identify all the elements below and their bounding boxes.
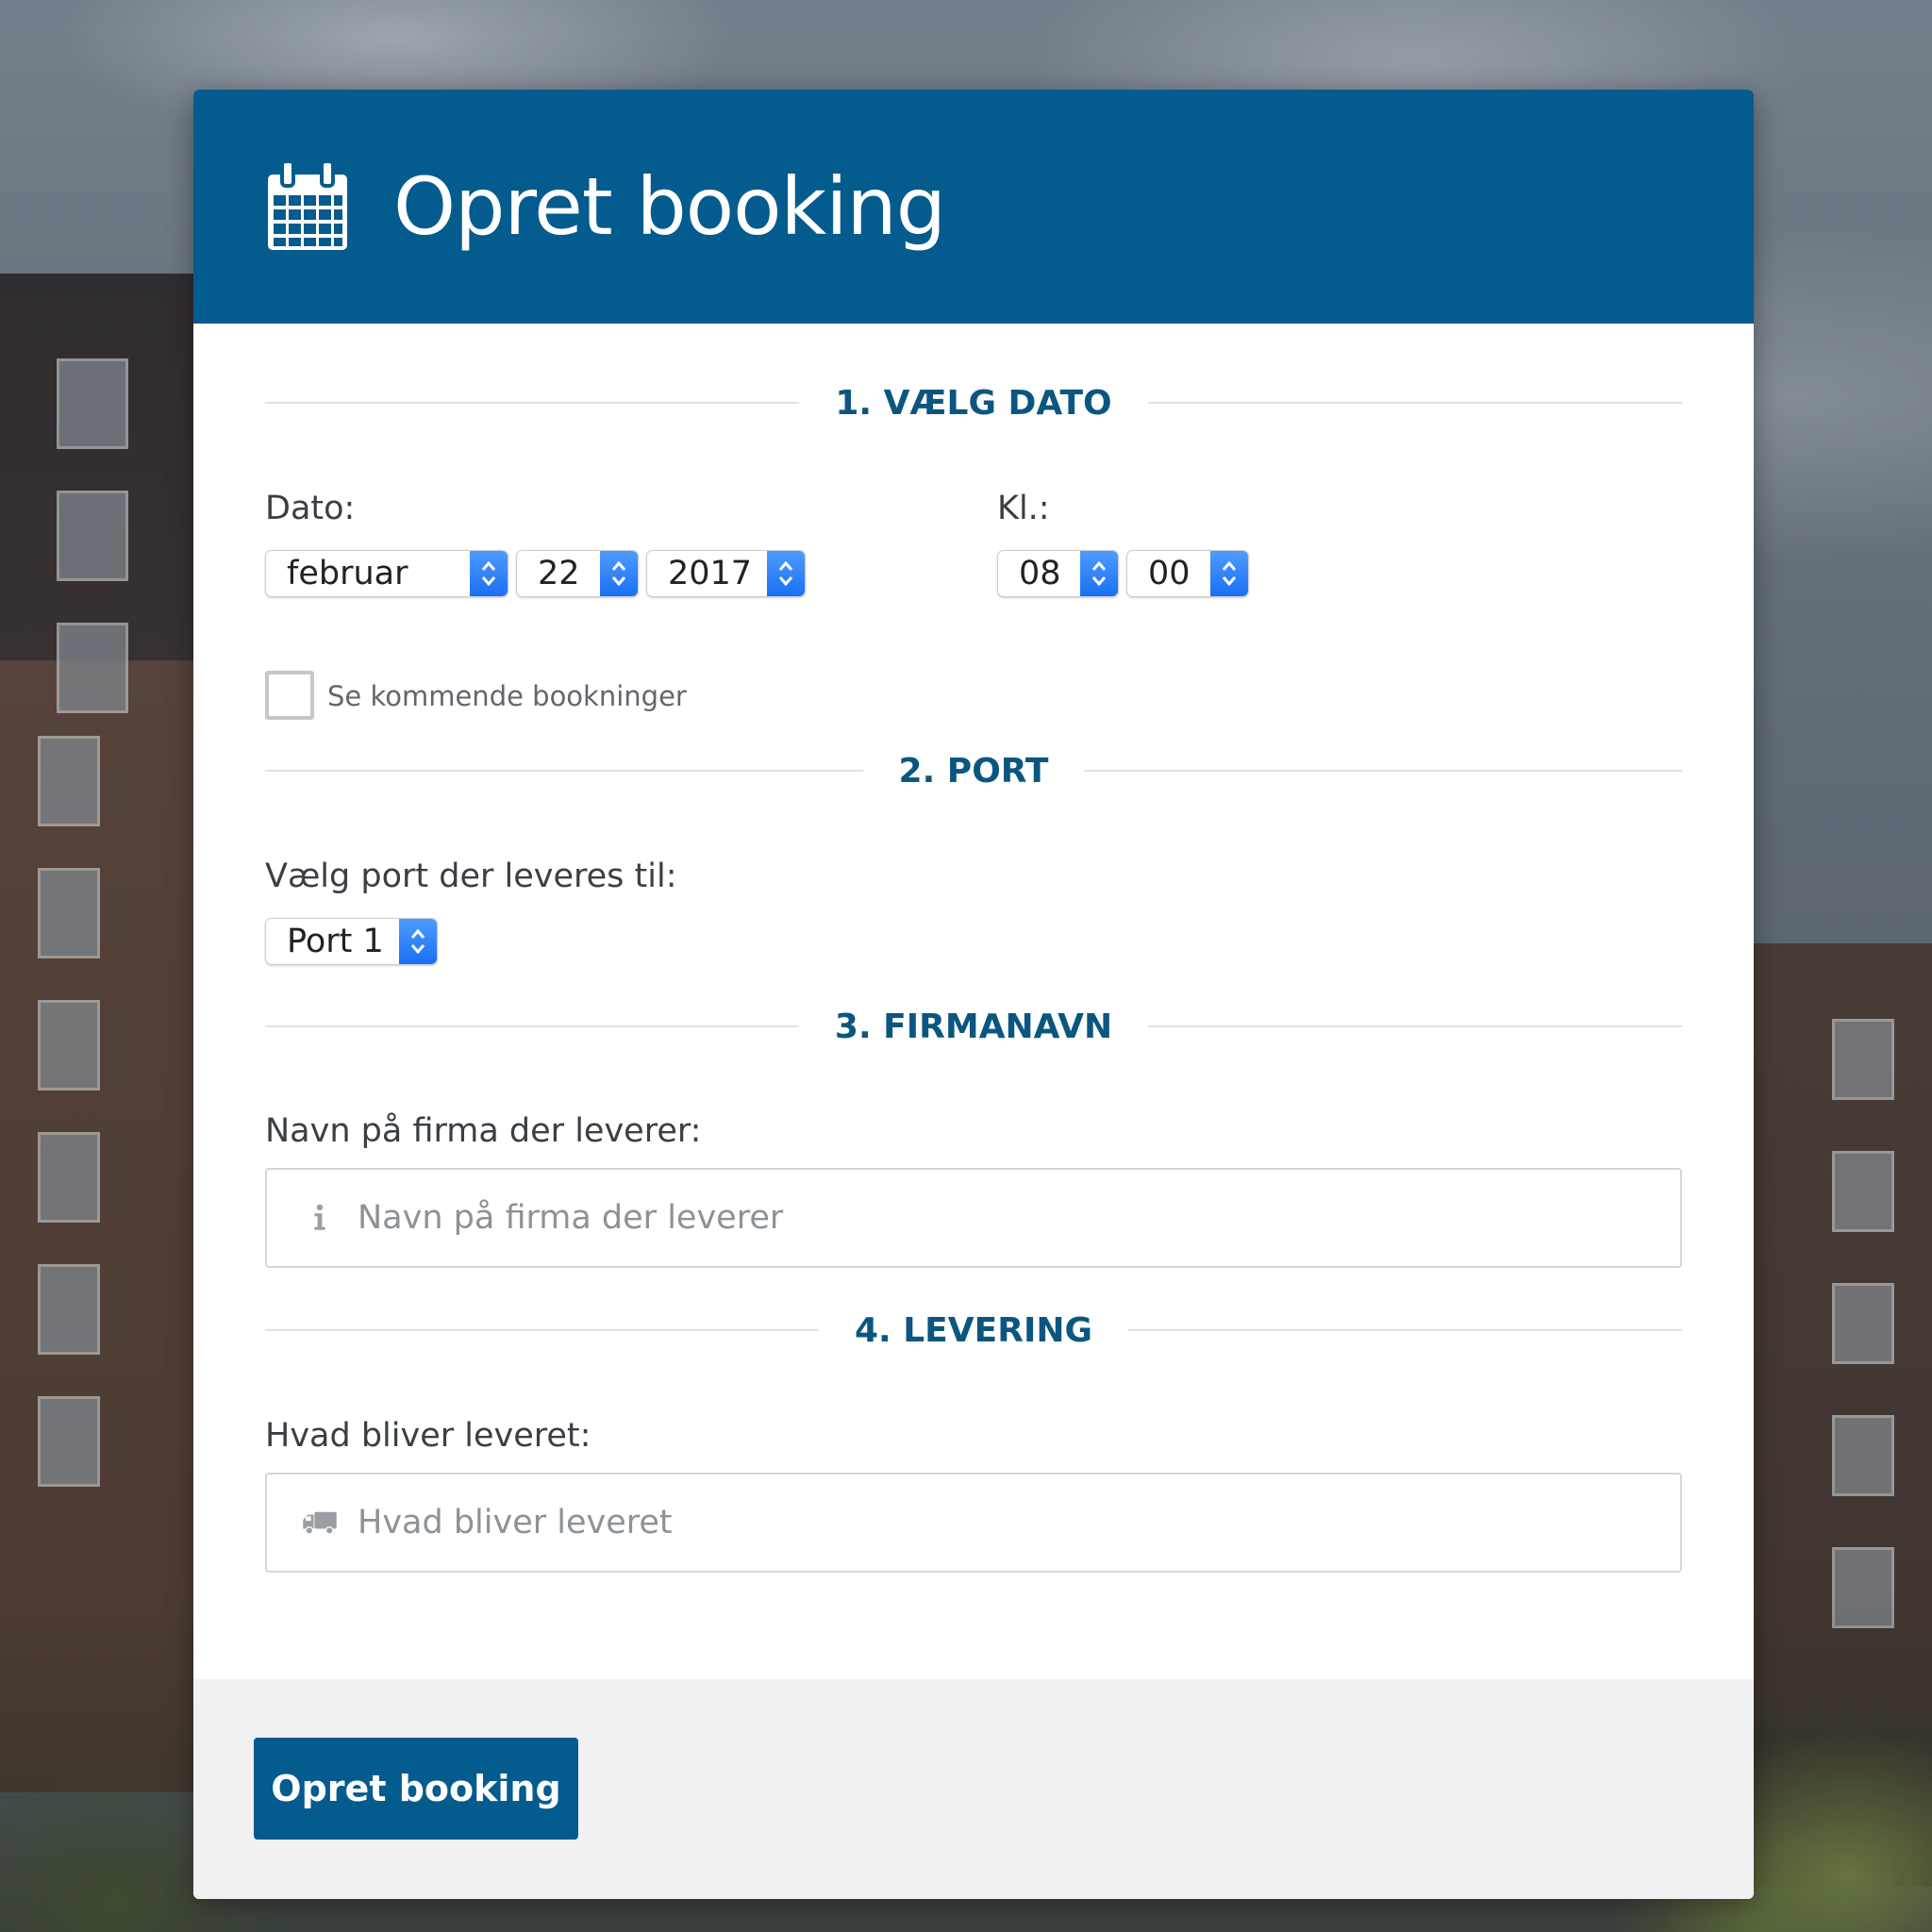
month-select[interactable]: februar [265, 550, 508, 597]
divider [265, 1329, 819, 1331]
section-heading-company: 3. FIRMANAVN [265, 1007, 1682, 1046]
hour-select[interactable]: 08 [997, 550, 1119, 597]
year-value: 2017 [668, 555, 753, 592]
divider [1084, 770, 1682, 772]
divider [265, 402, 800, 404]
divider [1128, 1329, 1683, 1331]
booking-card: Opret booking 1. VÆLG DATO Dato: Kl.: fe… [193, 90, 1754, 1899]
form-body: 1. VÆLG DATO Dato: Kl.: februar 22 2017 … [193, 324, 1754, 1767]
delivery-label: Hvad bliver leveret: [265, 1417, 591, 1455]
day-select[interactable]: 22 [516, 550, 639, 597]
delivery-field[interactable] [265, 1473, 1682, 1573]
divider [265, 770, 863, 772]
select-arrows-icon [767, 551, 805, 596]
year-select[interactable]: 2017 [646, 550, 806, 597]
section-label: 1. VÆLG DATO [835, 383, 1112, 423]
select-arrows-icon [399, 919, 437, 964]
month-value: februar [287, 555, 408, 592]
section-label: 3. FIRMANAVN [834, 1007, 1113, 1046]
divider [265, 1025, 799, 1027]
company-input[interactable] [356, 1198, 1680, 1238]
company-label: Navn på firma der leverer: [265, 1112, 702, 1150]
page-title: Opret booking [393, 160, 946, 253]
section-heading-date: 1. VÆLG DATO [265, 383, 1682, 423]
select-arrows-icon [600, 551, 638, 596]
section-label: 4. LEVERING [854, 1310, 1093, 1350]
divider [1147, 402, 1682, 404]
truck-icon [301, 1504, 339, 1541]
select-arrows-icon [1210, 551, 1248, 596]
card-footer: Opret booking [193, 1679, 1754, 1899]
hour-value: 08 [1019, 555, 1061, 592]
minute-select[interactable]: 00 [1126, 550, 1249, 597]
section-heading-delivery: 4. LEVERING [265, 1310, 1683, 1350]
upcoming-bookings-checkbox[interactable] [265, 671, 314, 720]
calendar-icon [268, 161, 347, 250]
upcoming-bookings-label[interactable]: Se kommende bookninger [327, 680, 687, 712]
select-arrows-icon [1080, 551, 1118, 596]
port-value: Port 1 [287, 923, 384, 960]
date-label: Dato: [265, 490, 356, 527]
port-label: Vælg port der leveres til: [265, 858, 677, 895]
card-header: Opret booking [193, 90, 1754, 324]
submit-booking-button[interactable]: Opret booking [254, 1738, 578, 1840]
divider [1148, 1025, 1682, 1027]
info-icon [301, 1199, 339, 1237]
time-label: Kl.: [997, 490, 1050, 527]
section-label: 2. PORT [898, 751, 1049, 791]
delivery-input[interactable] [356, 1503, 1680, 1542]
company-field[interactable] [265, 1168, 1682, 1268]
day-value: 22 [538, 555, 580, 592]
section-heading-port: 2. PORT [265, 751, 1682, 791]
select-arrows-icon [470, 551, 508, 596]
port-select[interactable]: Port 1 [265, 918, 438, 965]
minute-value: 00 [1148, 555, 1191, 592]
